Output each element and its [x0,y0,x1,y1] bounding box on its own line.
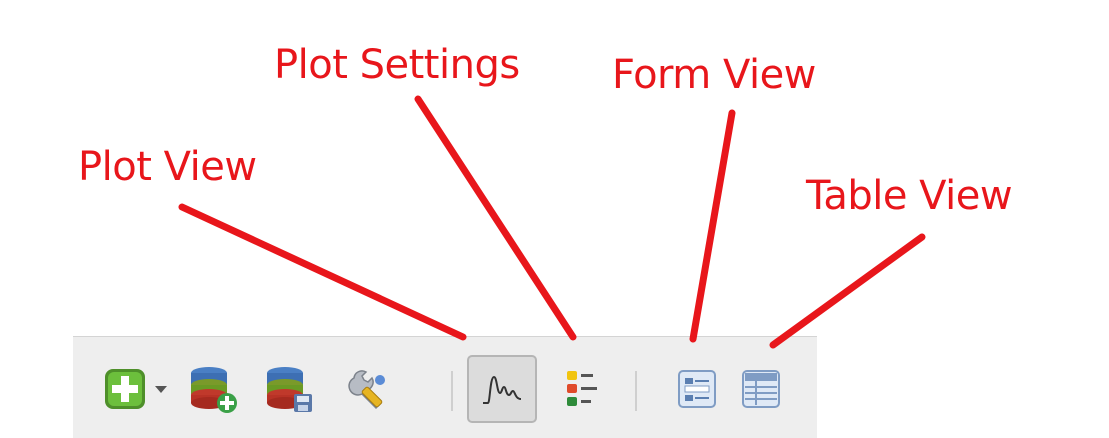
tools-button[interactable] [341,361,397,417]
add-feature-button[interactable] [97,361,153,417]
form-view-button[interactable] [669,361,725,417]
callout-line-form-view [689,109,736,343]
save-layer-button[interactable] [261,361,317,417]
toolbar-separator [635,371,637,411]
callout-form-view: Form View [612,52,816,98]
form-view-icon [678,370,716,408]
database-save-icon [267,367,312,412]
callout-plot-settings: Plot Settings [274,42,520,88]
callout-line-plot-settings [414,95,577,341]
green-plus-icon [105,369,145,409]
plot-view-button[interactable] [467,355,537,423]
add-dropdown-button[interactable] [147,361,175,417]
database-add-icon [191,367,237,413]
plot-settings-button[interactable] [553,361,609,417]
callout-line-table-view [769,233,926,349]
plot-line-icon [483,375,522,404]
add-layer-button[interactable] [185,361,241,417]
toolbar-separator [451,371,453,411]
callout-plot-view: Plot View [78,144,257,190]
callout-table-view: Table View [806,173,1013,219]
toolbar [73,336,817,438]
wrench-tools-icon [348,370,385,410]
table-view-button[interactable] [733,361,789,417]
plot-settings-icon [567,371,597,406]
caret-down-icon [155,386,167,393]
table-view-icon [742,370,780,408]
callout-line-plot-view [178,203,467,341]
